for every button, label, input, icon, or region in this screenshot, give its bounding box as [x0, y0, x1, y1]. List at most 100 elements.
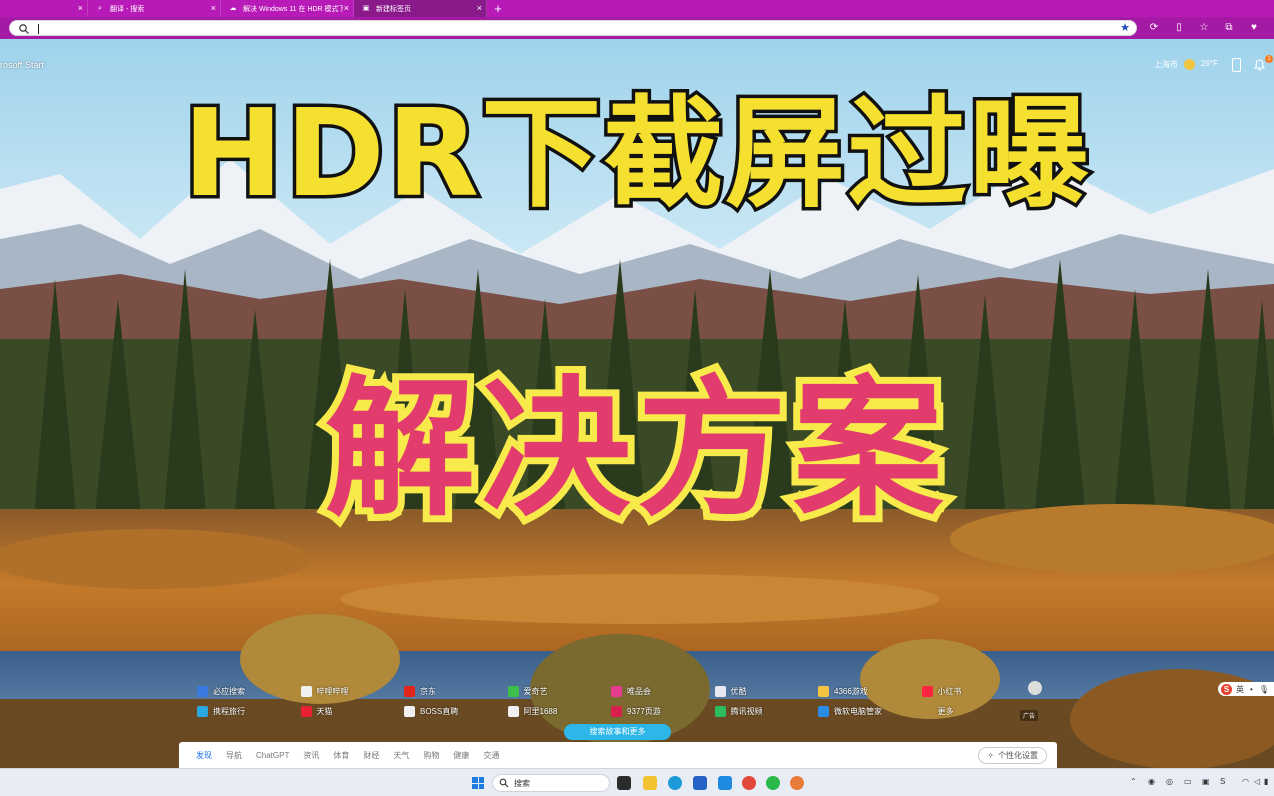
taskbar: 搜索 ⌃ ◉ ◎ ▭ ▣ S ◠ ◁ ▮: [0, 768, 1274, 796]
weather-city[interactable]: 上海市: [1154, 59, 1178, 70]
game-icon: [818, 686, 829, 697]
quick-link-item[interactable]: 唯品会: [611, 684, 715, 699]
taskbar-search-placeholder: 搜索: [514, 778, 530, 788]
close-icon[interactable]: ×: [78, 3, 83, 13]
address-bar[interactable]: ★: [9, 20, 1137, 36]
text-caret: [38, 24, 39, 34]
microsoft-start-brand[interactable]: rosoft Start: [0, 60, 44, 70]
app-icon[interactable]: [790, 776, 804, 790]
xiaohongshu-icon: [921, 686, 933, 697]
quick-link-label: 哔哩哔哩: [316, 687, 349, 696]
phone-icon[interactable]: [1232, 58, 1241, 72]
quick-link-label: 微软电脑管家: [834, 707, 882, 716]
feed-tab[interactable]: ChatGPT: [256, 751, 289, 760]
quick-link-item[interactable]: 微软电脑管家: [818, 704, 922, 719]
task-view-icon[interactable]: [617, 776, 631, 790]
quick-link-item[interactable]: 爱奇艺: [507, 684, 612, 699]
quick-link-item[interactable]: 小红书: [921, 684, 1026, 699]
file-explorer-icon[interactable]: [643, 776, 657, 790]
favorite-star-icon[interactable]: ★: [1120, 22, 1130, 35]
quick-link-item[interactable]: 9377页游: [611, 704, 715, 719]
quick-link-label: BOSS直聘: [420, 707, 459, 716]
quick-link-label: 必应搜索: [213, 687, 245, 696]
extensions-icon[interactable]: ⟳: [1146, 21, 1162, 35]
feed-tab[interactable]: 发现: [196, 750, 212, 761]
quick-link-label: 阿里1688: [523, 707, 558, 716]
quick-link-label: 4366游戏: [834, 687, 868, 696]
quick-link-item[interactable]: 腾讯视频: [714, 704, 819, 719]
tray-app-icon[interactable]: ◉: [1148, 777, 1155, 786]
wifi-icon[interactable]: ◠: [1242, 777, 1249, 786]
taskbar-search[interactable]: 搜索: [492, 774, 610, 792]
more-stories-button[interactable]: 搜索故事和更多: [564, 724, 671, 740]
tab-hdr-article[interactable]: ☁ 解决 Windows 11 在 HDR 模式下... ×: [221, 0, 354, 17]
quick-link-label: 携程旅行: [213, 707, 245, 716]
tab-translate[interactable]: ⌕ 翻译 - 搜索 ×: [88, 0, 221, 17]
quick-link-item[interactable]: 更多: [922, 704, 1026, 719]
tray-app-icon[interactable]: ▣: [1202, 777, 1210, 786]
sogou-tray-icon[interactable]: S: [1220, 777, 1225, 786]
quick-link-label: 京东: [420, 687, 436, 696]
volume-icon[interactable]: ◁: [1254, 777, 1260, 786]
store-icon[interactable]: [693, 776, 707, 790]
feed-tab[interactable]: 财经: [363, 750, 379, 761]
tab-label: 新建标签页: [376, 5, 411, 13]
feed-tab[interactable]: 购物: [423, 750, 439, 761]
ad-label: 广告: [1020, 710, 1039, 721]
quick-link-label: 腾讯视频: [730, 707, 763, 716]
feed-tab[interactable]: 体育: [333, 750, 349, 761]
quick-link-item[interactable]: 4366游戏: [818, 684, 922, 699]
split-screen-icon[interactable]: ▯: [1171, 21, 1187, 35]
quick-link-label: 天猫: [316, 707, 333, 716]
favorites-icon[interactable]: ☆: [1196, 21, 1212, 35]
battery-icon[interactable]: ▮: [1264, 777, 1268, 786]
windows-start-icon[interactable]: [472, 777, 484, 789]
personalize-icon: ✧: [987, 751, 994, 760]
search-icon: ⌕: [98, 4, 102, 12]
tab-label: 解决 Windows 11 在 HDR 模式下...: [243, 5, 343, 13]
vscode-icon[interactable]: [718, 776, 732, 790]
chrome-icon[interactable]: [742, 776, 756, 790]
weather-temperature[interactable]: 26°F: [1201, 59, 1218, 68]
performance-icon[interactable]: ♥: [1246, 21, 1262, 35]
ad-close-icon[interactable]: [1028, 681, 1042, 695]
keyboard-icon[interactable]: ▭: [1184, 777, 1192, 786]
feed-tab[interactable]: 天气: [393, 750, 409, 761]
alibaba-icon: [507, 706, 519, 717]
close-icon[interactable]: ×: [477, 3, 482, 13]
feed-tab[interactable]: 交通: [483, 750, 499, 761]
notification-badge: 1: [1265, 55, 1273, 63]
edge-icon[interactable]: [668, 776, 682, 790]
quick-link-label: 优酷: [730, 687, 747, 696]
notification-bell-icon[interactable]: [1254, 59, 1265, 71]
tencent-video-icon: [714, 706, 726, 717]
quick-link-item[interactable]: 阿里1688: [507, 704, 612, 719]
tray-app-icon[interactable]: ◎: [1166, 777, 1173, 786]
quick-link-item[interactable]: 天猫: [300, 704, 405, 719]
collections-icon[interactable]: ⧉: [1221, 21, 1237, 35]
new-tab-button[interactable]: +: [487, 0, 509, 17]
wechat-icon[interactable]: [766, 776, 780, 790]
tray-overflow-icon[interactable]: ⌃: [1130, 777, 1137, 786]
close-icon[interactable]: ×: [211, 3, 216, 13]
tab-blank[interactable]: ×: [0, 0, 88, 17]
toolbar: ★ ⟳ ▯ ☆ ⧉ ♥ ◔: [0, 17, 1274, 39]
close-icon[interactable]: ×: [344, 3, 349, 13]
personalize-label: 个性化设置: [998, 751, 1038, 760]
feed-tab[interactable]: 导航: [226, 750, 242, 761]
quick-link-item[interactable]: 必应搜索: [197, 684, 301, 699]
quick-link-label: 小红书: [937, 687, 962, 696]
quick-link-item[interactable]: 京东: [404, 684, 508, 699]
personalize-button[interactable]: ✧ 个性化设置: [978, 747, 1047, 764]
feed-tab[interactable]: 健康: [453, 750, 469, 761]
quick-link-item[interactable]: 携程旅行: [197, 704, 301, 719]
quick-link-item[interactable]: 哔哩哔哩: [300, 684, 405, 699]
tab-new-tab-page[interactable]: ▣ 新建标签页 ×: [354, 0, 487, 17]
quick-link-item[interactable]: 优酷: [714, 684, 819, 699]
ime-toolbar[interactable]: S 英 • 🎙: [1218, 682, 1274, 696]
bilibili-icon: [300, 686, 312, 697]
feed-tab[interactable]: 资讯: [303, 750, 319, 761]
quick-link-item[interactable]: BOSS直聘: [404, 704, 508, 719]
quick-links-grid: 必应搜索 哔哩哔哩 京东 爱奇艺 唯品会 优酷 4366游戏 小红书携程旅行 天猫 BOSS直聘 阿…: [197, 684, 1027, 719]
sogou-ime-icon: S: [1221, 683, 1232, 695]
